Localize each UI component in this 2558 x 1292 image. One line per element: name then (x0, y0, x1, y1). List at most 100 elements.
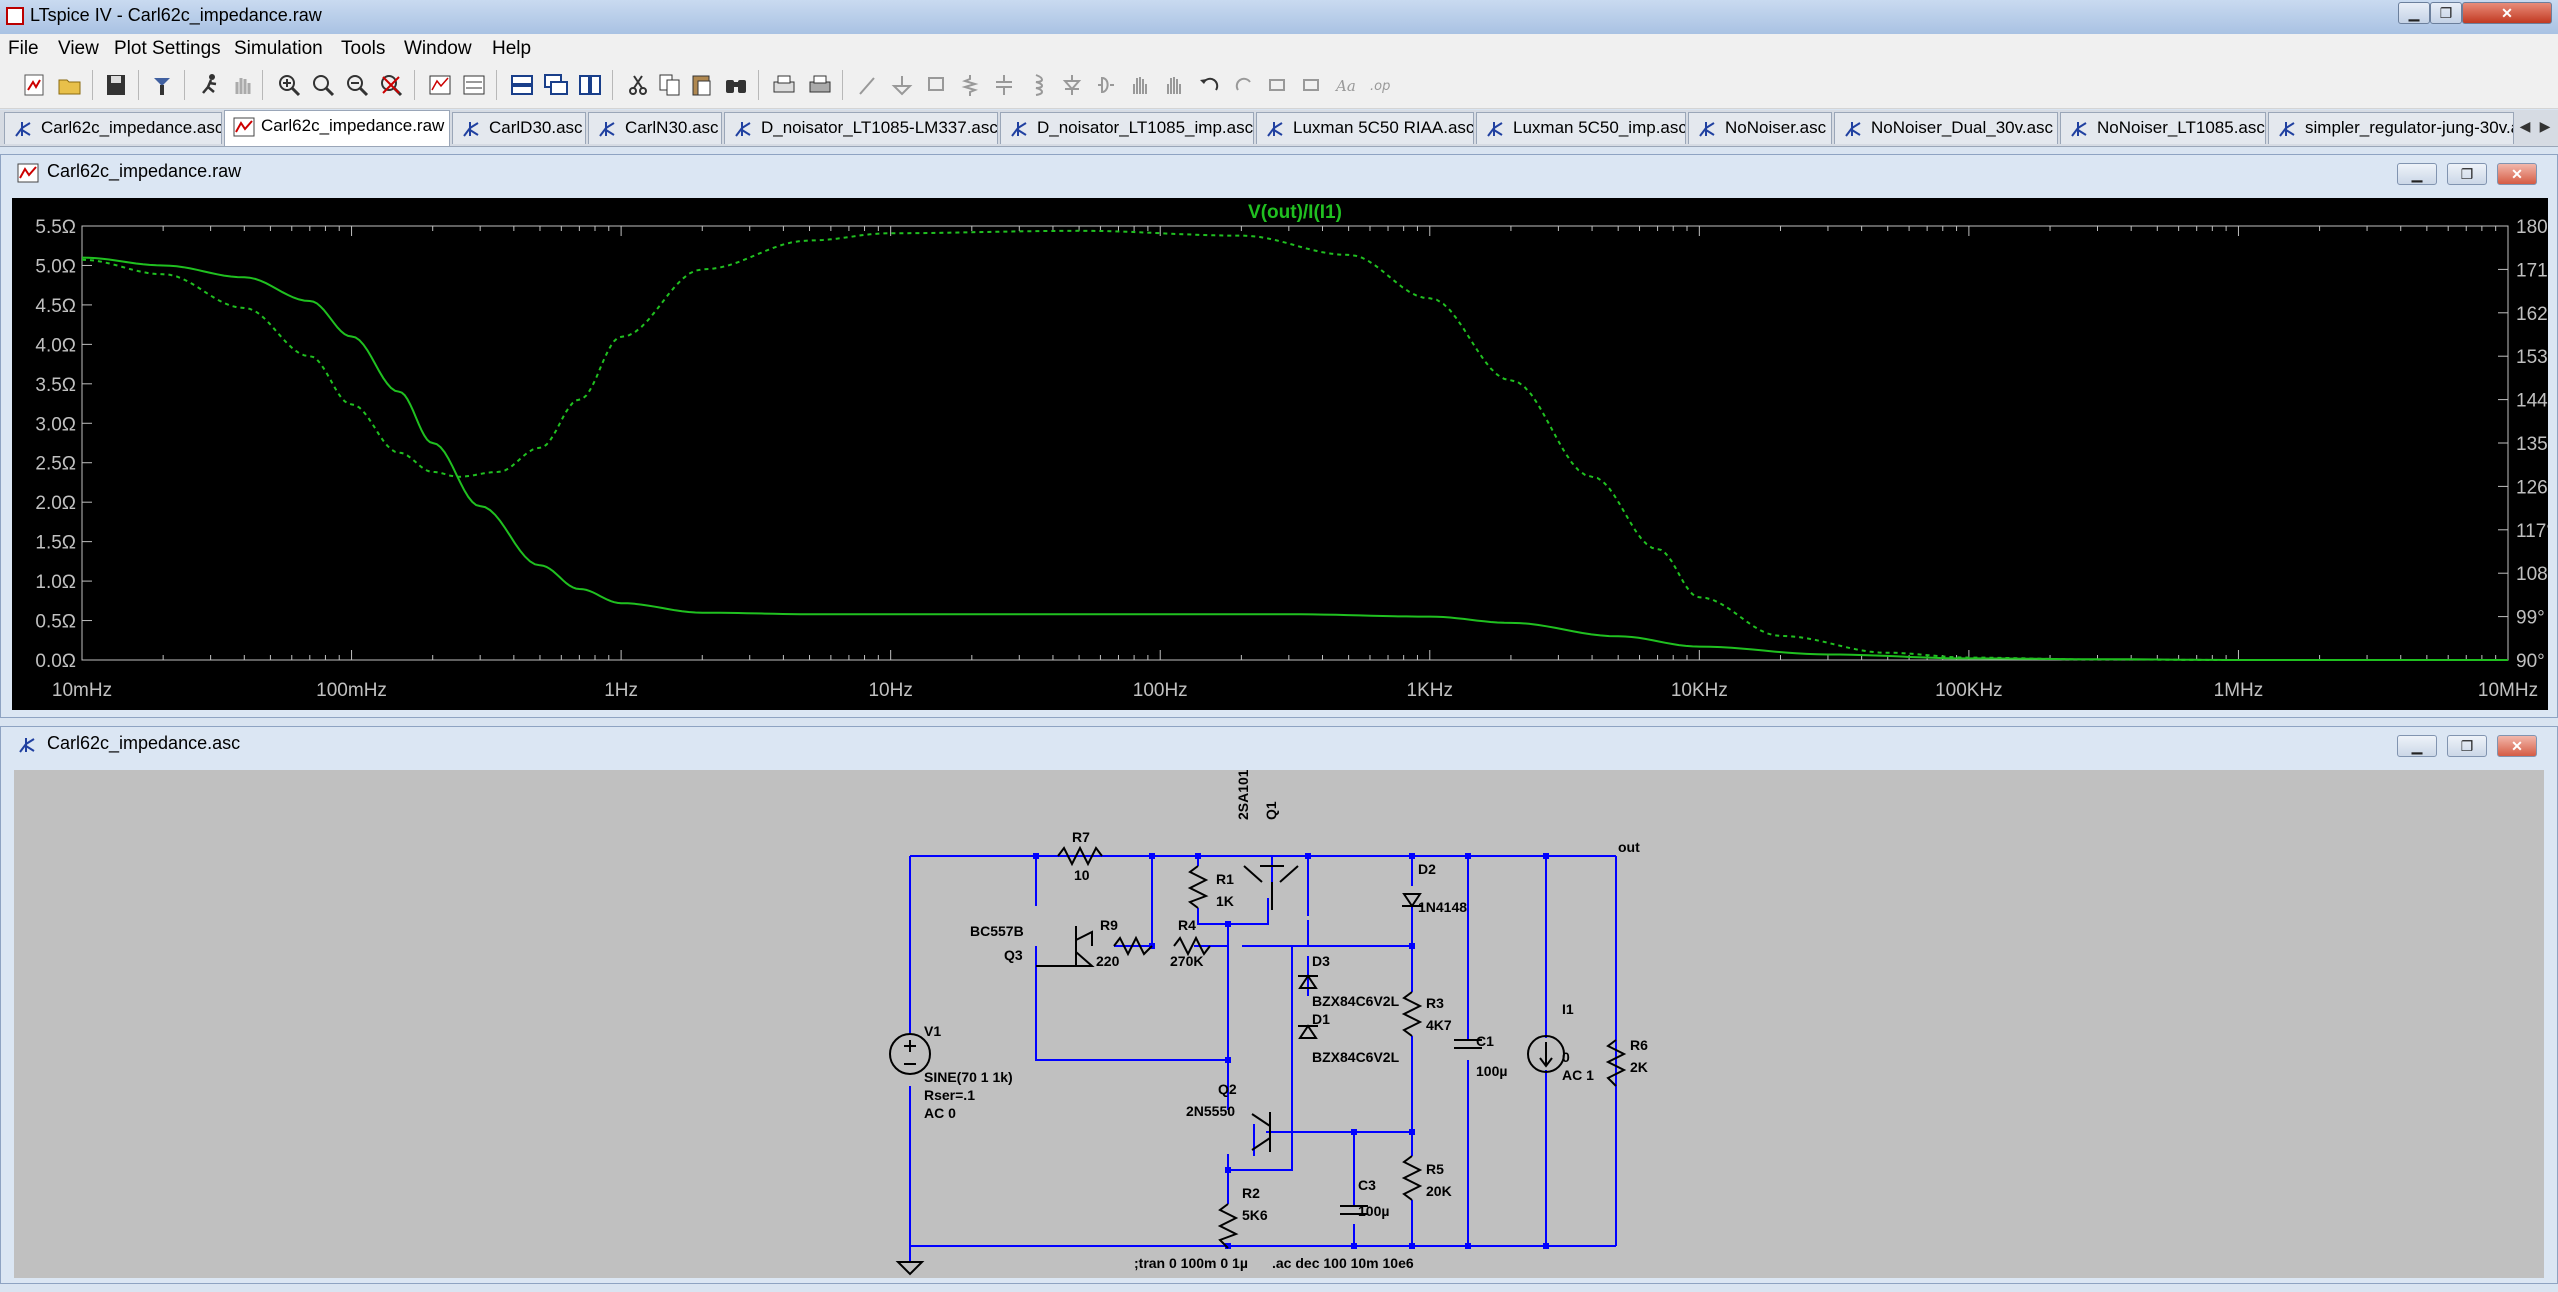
paste-icon[interactable] (688, 72, 716, 98)
tab-d-noisator-lt1085-imp[interactable]: D_noisator_LT1085_imp.asc (1000, 112, 1254, 144)
autorange-icon[interactable] (426, 72, 454, 98)
schematic-icon (1011, 122, 1027, 137)
tab-nonoiser-dual-30v[interactable]: NoNoiser_Dual_30v.asc (1834, 112, 2058, 144)
ltspice-app-icon (6, 7, 24, 25)
tab-luxman-5c50-imp[interactable]: Luxman 5C50_imp.asc (1476, 112, 1686, 144)
ac-directive: .ac dec 100 10m 10e6 (1272, 1255, 1414, 1271)
undo-icon[interactable] (1196, 72, 1224, 98)
schematic-canvas[interactable]: out R7 10 2SA1011 Q1 R1 1K D2 1N4148 BC5… (14, 762, 2544, 1278)
q3-transistor (1036, 926, 1095, 967)
tab-nonoiser-lt1085[interactable]: NoNoiser_LT1085.asc (2060, 112, 2266, 144)
print-icon[interactable] (806, 72, 834, 98)
y-tick-label: 2.5Ω (35, 454, 76, 475)
y-tick-label: 5.5Ω (35, 217, 76, 238)
schematic-restore-button[interactable]: ❐ (2447, 735, 2487, 757)
tab-simpler-regulator[interactable]: simpler_regulator-jung-30v.a (2268, 112, 2514, 144)
halt-icon[interactable] (228, 72, 256, 98)
label-r1-value: 1K (1216, 893, 1234, 909)
label-q3: Q3 (1004, 947, 1023, 963)
y-tick-label: 2.0Ω (35, 493, 76, 514)
label-r3: R3 (1426, 995, 1444, 1011)
svg-text:Aa: Aa (1334, 77, 1356, 95)
tab-scroll-left-icon[interactable]: ◀ (2516, 118, 2534, 138)
label-r9-value: 220 (1096, 953, 1120, 969)
r3-resistor (1401, 991, 1423, 1037)
ground-symbol (895, 1261, 925, 1276)
control-panel-icon[interactable] (148, 72, 176, 98)
label-c3-value: 100µ (1358, 1203, 1389, 1219)
label-r7: R7 (1072, 829, 1090, 845)
svg-text:.op: .op (1370, 79, 1390, 94)
new-schematic-icon[interactable] (20, 72, 48, 98)
label-r9: R9 (1100, 917, 1118, 933)
tab-label: NoNoiser_Dual_30v.asc (1871, 118, 2054, 137)
y-tick-label: 4.0Ω (35, 335, 76, 356)
maximize-button[interactable]: ❐ (2430, 2, 2462, 24)
label-d1: D1 (1312, 1011, 1330, 1027)
tile-vertical-icon[interactable] (576, 72, 604, 98)
y-tick-label: 1.0Ω (35, 572, 76, 593)
zoom-in-icon[interactable] (276, 72, 304, 98)
zoom-pan-icon[interactable] (310, 72, 338, 98)
menu-help[interactable]: Help (492, 38, 531, 60)
waveform-icon (17, 163, 39, 183)
cascade-icon[interactable] (542, 72, 570, 98)
waveform-window-title: Carl62c_impedance.raw (47, 161, 242, 181)
open-icon[interactable] (56, 72, 84, 98)
tab-scroll-right-icon[interactable]: ▶ (2536, 118, 2554, 138)
tab-carl62c-impedance-raw[interactable]: Carl62c_impedance.raw (224, 110, 450, 146)
waveform-close-button[interactable]: ✕ (2497, 163, 2537, 185)
rotate-icon (1269, 79, 1285, 91)
zoom-fit-icon[interactable] (378, 72, 406, 98)
label-v1: V1 (924, 1023, 941, 1039)
tab-carl62c-impedance-asc[interactable]: Carl62c_impedance.asc (4, 112, 222, 144)
menu-file[interactable]: File (8, 38, 39, 60)
menu-view[interactable]: View (58, 38, 99, 60)
tab-luxman-5c50-riaa[interactable]: Luxman 5C50 RIAA.asc (1256, 112, 1474, 144)
find-icon[interactable] (722, 72, 750, 98)
label-d1-model: BZX84C6V2L (1312, 1049, 1400, 1065)
diode-icon (1062, 75, 1082, 95)
run-icon[interactable] (196, 72, 224, 98)
schematic-drawing[interactable]: out R7 10 2SA1011 Q1 R1 1K D2 1N4148 BC5… (14, 762, 2544, 1278)
x-tick-label: 1KHz (1407, 680, 1453, 701)
move-hand-icon (1133, 77, 1147, 94)
label-r7-value: 10 (1074, 867, 1090, 883)
print-preview-icon[interactable] (770, 72, 798, 98)
copy-icon[interactable] (656, 72, 684, 98)
v1-polarity (904, 1040, 916, 1065)
document-tabs: Carl62c_impedance.asc Carl62c_impedance.… (0, 110, 2558, 147)
pick-visible-traces-icon[interactable] (460, 72, 488, 98)
label-c1: C1 (1476, 1033, 1494, 1049)
menu-tools[interactable]: Tools (341, 38, 385, 60)
waveform-plot[interactable]: 10mHz 100mHz 1Hz 10Hz 100Hz 1KHz 10KHz 100KHz 1M… (12, 198, 2555, 710)
waveform-minimize-button[interactable]: ▁ (2397, 163, 2437, 185)
plot-frame (81, 225, 2509, 661)
tab-d-noisator-lt1085-lm337[interactable]: D_noisator_LT1085-LM337.asc (724, 112, 998, 144)
tab-carln30[interactable]: CarlN30.asc (588, 112, 722, 144)
schematic-icon (15, 122, 31, 137)
tab-nonoiser[interactable]: NoNoiser.asc (1688, 112, 1832, 144)
tran-directive: ;tran 0 100m 0 1µ (1134, 1255, 1248, 1271)
toolbar: Aa .op (0, 64, 2558, 109)
close-button[interactable]: ✕ (2462, 2, 2552, 24)
minimize-button[interactable]: ▁ (2398, 2, 2430, 24)
menu-window[interactable]: Window (404, 38, 472, 60)
y-tick-label: 0.5Ω (35, 612, 76, 633)
menu-simulation[interactable]: Simulation (234, 38, 323, 60)
drag-hand-icon (1167, 77, 1181, 94)
y-tick-label: 3.5Ω (35, 375, 76, 396)
tile-horizontal-icon[interactable] (508, 72, 536, 98)
menu-plot-settings[interactable]: Plot Settings (114, 38, 221, 60)
save-icon[interactable] (102, 72, 130, 98)
tab-carld30[interactable]: CarlD30.asc (452, 112, 586, 144)
schematic-minimize-button[interactable]: ▁ (2397, 735, 2437, 757)
y-right-tick-label: 117° (2516, 521, 2548, 542)
impedance-chart[interactable]: 10mHz 100mHz 1Hz 10Hz 100Hz 1KHz 10KHz 100KHz 1M… (12, 198, 2555, 710)
component-icon (1098, 76, 1114, 94)
y-right-tick-label: 153° (2516, 347, 2548, 368)
schematic-close-button[interactable]: ✕ (2497, 735, 2537, 757)
waveform-restore-button[interactable]: ❐ (2447, 163, 2487, 185)
zoom-out-icon[interactable] (344, 72, 372, 98)
cut-icon[interactable] (624, 72, 652, 98)
